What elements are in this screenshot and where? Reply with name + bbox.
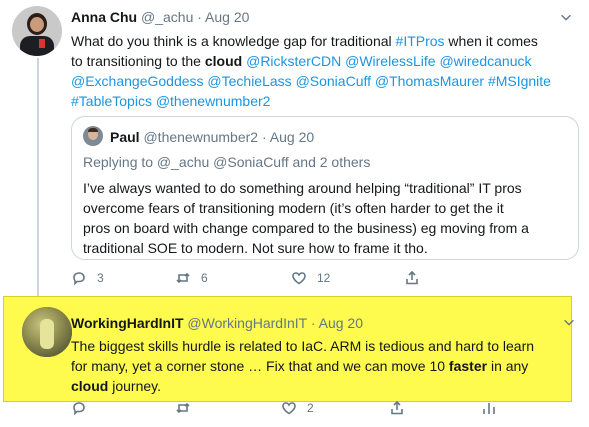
share-icon (406, 270, 418, 285)
retweet-button[interactable]: 6 (175, 270, 208, 286)
share-button[interactable] (404, 270, 420, 286)
timestamp[interactable]: Aug 20 (319, 315, 363, 331)
text-segment: The biggest skills hurdle is related to … (71, 338, 535, 354)
reply-button[interactable] (71, 400, 87, 416)
author-name[interactable]: Anna Chu (71, 9, 137, 25)
hashtag-link[interactable]: #ITPros (396, 33, 445, 49)
heart-icon (282, 402, 296, 415)
tweet-header: WorkingHardInIT @WorkingHardInIT · Aug 2… (71, 315, 363, 331)
reply-count: 3 (97, 271, 104, 285)
text-segment: for many, yet a corner stone … Fix that … (71, 358, 449, 374)
avatar-hair (88, 128, 98, 132)
tweet-header: Anna Chu @_achu · Aug 20 (71, 9, 249, 25)
avatar-lanyard (39, 39, 45, 48)
quoted-timestamp[interactable]: Aug 20 (270, 129, 314, 145)
timestamp[interactable]: Aug 20 (205, 9, 249, 25)
reply-icon (73, 402, 85, 416)
reply-icon (73, 272, 85, 286)
like-button[interactable]: 12 (291, 270, 330, 286)
mention-link[interactable]: @RicksterCDN (246, 53, 341, 69)
tweet-anna-chu[interactable]: Anna Chu @_achu · Aug 20 What do you thi… (0, 0, 589, 292)
quoted-text: I’ve always wanted to do something aroun… (83, 178, 573, 258)
replying-to[interactable]: Replying to @_achu @SoniaCuff and 2 othe… (83, 154, 370, 170)
like-button[interactable]: 2 (281, 400, 314, 416)
text-segment: in any (487, 358, 529, 374)
quoted-avatar[interactable] (83, 126, 103, 146)
tweet-actions: 3 6 12 (71, 270, 511, 292)
separator: · (310, 315, 316, 331)
quoted-line: traditional SOE to modern. Not sure how … (83, 240, 428, 256)
mention-link[interactable]: @WirelessLife (345, 53, 435, 69)
quoted-line: overcome fears of transitioning modern (… (83, 200, 504, 216)
mention-link[interactable]: @thenewnumber2 (156, 93, 271, 109)
text-segment: What do you think is a knowledge gap for… (71, 33, 396, 49)
thread-connector (37, 58, 39, 296)
mention-link[interactable]: @TechieLass (207, 73, 291, 89)
separator: · (261, 129, 267, 145)
hashtag-link[interactable]: #MSIgnite (488, 73, 551, 89)
reply-button[interactable]: 3 (71, 270, 104, 286)
retweet-count: 6 (201, 271, 208, 285)
more-options-chevron-icon[interactable] (559, 10, 575, 24)
hashtag-link[interactable]: #TableTopics (71, 93, 152, 109)
heart-icon (292, 272, 306, 285)
avatar-body (20, 36, 54, 56)
tweet-text: The biggest skills hurdle is related to … (71, 336, 581, 396)
share-button[interactable] (389, 400, 405, 416)
author-handle[interactable]: @WorkingHardInIT (187, 315, 307, 331)
separator: · (197, 9, 202, 25)
quoted-line: I’ve always wanted to do something aroun… (83, 180, 522, 196)
avatar[interactable] (22, 307, 72, 357)
bold-text: cloud (71, 378, 109, 394)
mention-link[interactable]: @SoniaCuff (296, 73, 371, 89)
analytics-icon (483, 403, 495, 414)
author-handle[interactable]: @_achu (141, 9, 193, 25)
mention-link[interactable]: @wiredcanuck (439, 53, 531, 69)
text-segment: to transitioning to the (71, 53, 205, 69)
like-count: 2 (307, 401, 314, 415)
like-count: 12 (317, 271, 331, 285)
bold-text: faster (448, 358, 488, 374)
retweet-icon (176, 272, 190, 284)
avatar[interactable] (12, 6, 62, 56)
text-segment: journey. (108, 378, 162, 394)
quoted-author-handle[interactable]: @thenewnumber2 (143, 129, 258, 145)
author-name[interactable]: WorkingHardInIT (71, 315, 184, 331)
tweet-actions: 2 (71, 400, 511, 422)
text-segment: when it comes (444, 33, 538, 49)
quoted-header: Paul @thenewnumber2 · Aug 20 (110, 129, 314, 145)
avatar-figure (40, 319, 54, 349)
quoted-line: pros on board with change compared to th… (83, 220, 529, 236)
retweet-icon (176, 402, 190, 414)
retweet-button[interactable] (175, 400, 191, 416)
mention-link[interactable]: @ExchangeGoddess (71, 73, 204, 89)
bold-text: cloud (204, 53, 243, 69)
share-icon (391, 400, 403, 415)
quoted-author-name[interactable]: Paul (110, 129, 140, 145)
tweet-text: What do you think is a knowledge gap for… (71, 31, 581, 111)
quoted-tweet[interactable]: Paul @thenewnumber2 · Aug 20 Replying to… (71, 116, 579, 260)
mention-link[interactable]: @ThomasMaurer (375, 73, 484, 89)
more-options-chevron-icon[interactable] (562, 315, 576, 334)
analytics-button[interactable] (481, 400, 497, 416)
avatar-face (30, 17, 44, 32)
